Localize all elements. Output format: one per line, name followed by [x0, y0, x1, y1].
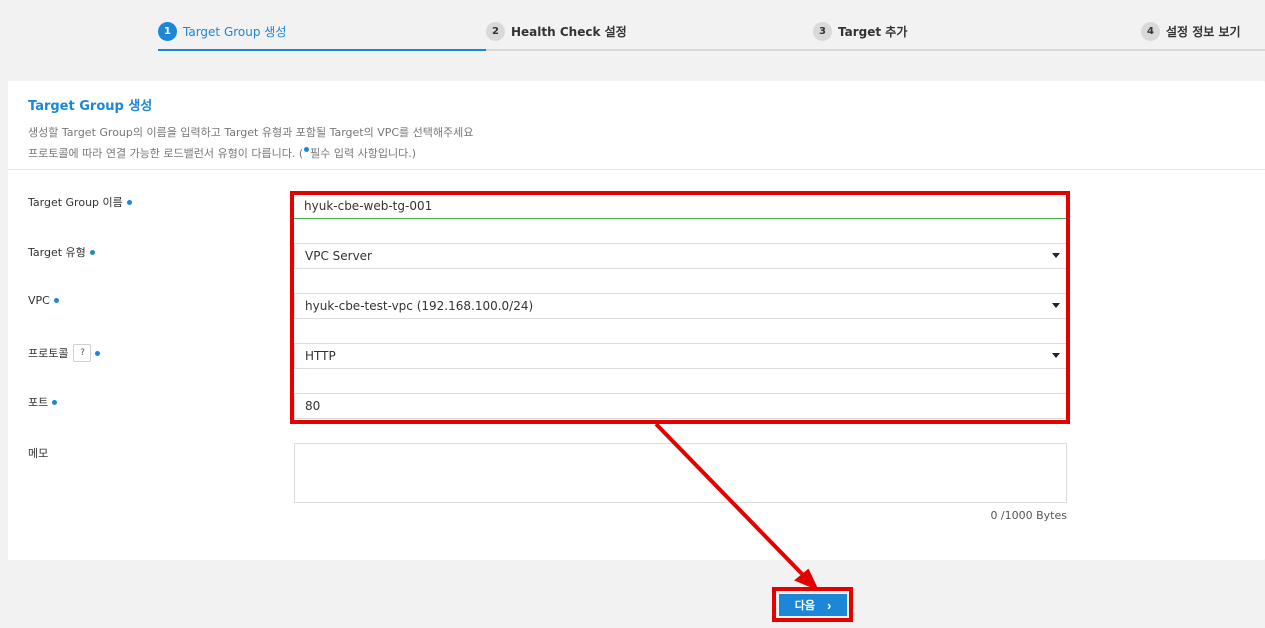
label-text: 포트 [28, 396, 49, 409]
label-text: Target 유형 [28, 246, 86, 259]
arrow-head [794, 568, 820, 591]
card-title: Target Group 생성 [28, 99, 153, 114]
port-label: 포트 [28, 394, 58, 410]
label-text: 프로토콜 [28, 347, 69, 360]
help-icon[interactable]: ? [73, 344, 92, 362]
chevron-right-icon: › [826, 597, 832, 613]
step-review[interactable]: 4 설정 정보 보기 [1141, 22, 1241, 41]
step-label: 설정 정보 보기 [1166, 25, 1241, 39]
name-label: Target Group 이름 [28, 194, 133, 210]
step-number: 1 [158, 22, 177, 41]
stepper: 1 Target Group 생성 2 Health Check 설정 3 Ta… [0, 0, 1265, 52]
next-button[interactable]: 다음 › [779, 594, 847, 616]
label-text: 메모 [28, 447, 49, 460]
description-line: 프로토콜에 따라 연결 가능한 로드밸런서 유형이 다릅니다. ( 필수 입력 사… [28, 143, 1265, 164]
step-label: Health Check 설정 [511, 25, 627, 39]
step-label: Target 추가 [838, 25, 908, 39]
step-number: 2 [486, 22, 505, 41]
description-text: 프로토콜에 따라 연결 가능한 로드밸런서 유형이 다릅니다. ( [28, 147, 304, 160]
description-line: 생성할 Target Group의 이름을 입력하고 Target 유형과 포함… [28, 126, 474, 139]
step-health-check[interactable]: 2 Health Check 설정 [486, 22, 627, 41]
byte-counter: 0 /1000 Bytes [990, 509, 1067, 522]
step-number: 3 [813, 22, 832, 41]
vpc-label: VPC [28, 294, 60, 307]
required-dot-icon [53, 298, 59, 303]
step-label: Target Group 생성 [183, 25, 287, 39]
step-target-group[interactable]: 1 Target Group 생성 [158, 22, 286, 41]
description-text: 필수 입력 사항입니다.) [310, 147, 417, 160]
required-dot-icon [126, 199, 132, 205]
required-dot-icon [304, 147, 310, 153]
card-description: 생성할 Target Group의 이름을 입력하고 Target 유형과 포함… [28, 122, 1265, 164]
memo-textarea[interactable] [294, 443, 1067, 503]
step-number: 4 [1141, 22, 1160, 41]
annotation-highlight-box [290, 191, 1070, 424]
required-dot-icon [89, 249, 95, 255]
step-add-target[interactable]: 3 Target 추가 [813, 22, 907, 41]
label-text: Target Group 이름 [28, 196, 123, 209]
label-text: VPC [28, 294, 50, 307]
required-dot-icon [95, 350, 101, 356]
required-dot-icon [52, 399, 58, 405]
card-header: Target Group 생성 생성할 Target Group의 이름을 입력… [8, 81, 1265, 170]
type-label: Target 유형 [28, 244, 96, 260]
protocol-label: 프로토콜 ? [28, 344, 101, 362]
memo-label: 메모 [28, 445, 48, 461]
next-button-label: 다음 [794, 600, 815, 612]
stepper-progress [158, 49, 486, 51]
